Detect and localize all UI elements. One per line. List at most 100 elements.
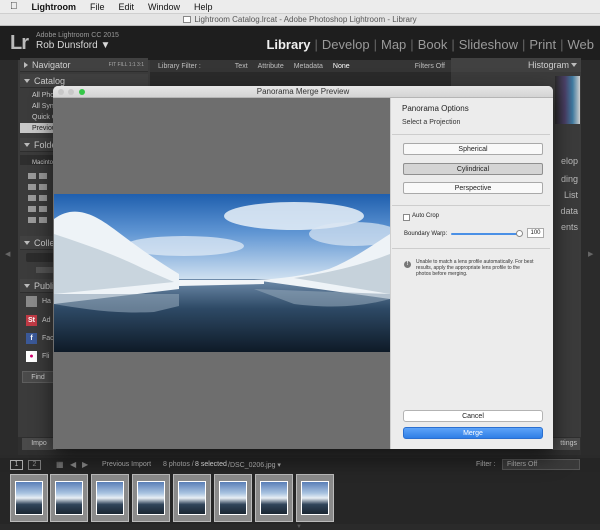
collapse-icon bbox=[24, 240, 30, 245]
histogram-title: Histogram bbox=[527, 60, 569, 70]
folder-row[interactable] bbox=[28, 203, 56, 212]
minimize-icon[interactable] bbox=[68, 89, 74, 95]
folder-row[interactable] bbox=[28, 181, 56, 190]
collapse-icon bbox=[24, 142, 30, 147]
publish-facebook[interactable]: Fac bbox=[42, 335, 54, 342]
thumbnail-image bbox=[96, 481, 124, 515]
filters-off-preset[interactable]: Filters Off bbox=[415, 63, 445, 70]
filter-label: Filter : bbox=[476, 461, 496, 468]
catalog-item-all-photographs[interactable]: All Pho bbox=[32, 92, 54, 99]
filmstrip-thumbnail[interactable] bbox=[296, 474, 334, 522]
publish-adobe-stock[interactable]: Ad bbox=[42, 317, 51, 324]
module-slideshow[interactable]: Slideshow bbox=[459, 37, 518, 52]
folder-row[interactable] bbox=[28, 214, 56, 223]
divider bbox=[392, 134, 550, 135]
filmstrip-thumbnail[interactable] bbox=[50, 474, 88, 522]
collections-filter[interactable] bbox=[26, 253, 54, 262]
filmstrip-source[interactable]: Previous Import bbox=[102, 461, 151, 468]
navigator-header[interactable]: Navigator FIT FILL 1:1 3:1 bbox=[20, 58, 148, 72]
navigator-zoom-options[interactable]: FIT FILL 1:1 3:1 bbox=[109, 62, 144, 68]
filmstrip-thumbnail[interactable] bbox=[10, 474, 48, 522]
divider bbox=[392, 205, 550, 206]
module-library[interactable]: Library bbox=[266, 37, 310, 52]
panorama-preview-image bbox=[54, 194, 390, 352]
collapse-icon bbox=[24, 283, 30, 288]
user-name[interactable]: Rob Dunsford ▼ bbox=[36, 40, 110, 51]
module-print[interactable]: Print bbox=[529, 37, 556, 52]
boundary-warp-slider-handle[interactable] bbox=[516, 230, 523, 237]
catalog-item-all-synced[interactable]: All Syn bbox=[32, 103, 54, 110]
module-develop[interactable]: Develop bbox=[322, 37, 370, 52]
back-arrow-icon[interactable]: ◀ bbox=[70, 460, 76, 469]
filmstrip-thumbnail[interactable] bbox=[214, 474, 252, 522]
module-map[interactable]: Map bbox=[381, 37, 406, 52]
auto-crop-checkbox[interactable] bbox=[403, 214, 410, 221]
boundary-warp-slider[interactable] bbox=[451, 233, 520, 235]
menu-help[interactable]: Help bbox=[194, 2, 213, 12]
apple-icon[interactable]:  bbox=[10, 1, 18, 12]
panel-quick-develop[interactable]: elop bbox=[561, 156, 578, 166]
filter-metadata[interactable]: Metadata bbox=[294, 63, 323, 70]
cancel-button[interactable]: Cancel bbox=[403, 410, 543, 422]
panel-comments[interactable]: ents bbox=[561, 222, 578, 232]
panel-keywording[interactable]: ding bbox=[561, 174, 578, 184]
module-picker: Library | Develop | Map | Book | Slideshow | … bbox=[266, 37, 594, 52]
close-icon[interactable] bbox=[58, 89, 64, 95]
auto-crop-label: Auto Crop bbox=[412, 213, 440, 219]
publish-hard-drive[interactable]: Ha bbox=[42, 298, 51, 305]
module-web[interactable]: Web bbox=[568, 37, 595, 52]
menu-app-lightroom[interactable]: Lightroom bbox=[32, 2, 77, 12]
boundary-warp-value[interactable]: 100 bbox=[527, 228, 544, 238]
filter-attribute[interactable]: Attribute bbox=[258, 63, 284, 70]
mac-menubar:  Lightroom File Edit Window Help bbox=[0, 0, 600, 14]
thumbnail-image bbox=[55, 481, 83, 515]
menu-window[interactable]: Window bbox=[148, 2, 180, 12]
menu-edit[interactable]: Edit bbox=[119, 2, 135, 12]
filmstrip-thumbnail[interactable] bbox=[91, 474, 129, 522]
cylindrical-button[interactable]: Cylindrical bbox=[403, 163, 543, 175]
filmstrip-thumbnail[interactable] bbox=[255, 474, 293, 522]
folder-row[interactable] bbox=[28, 192, 56, 201]
folder-row[interactable] bbox=[28, 170, 56, 179]
find-button[interactable]: Find bbox=[22, 371, 54, 383]
collection-row[interactable] bbox=[36, 267, 54, 273]
menu-file[interactable]: File bbox=[90, 2, 105, 12]
thumbnail-image bbox=[137, 481, 165, 515]
right-edge[interactable]: ▶ bbox=[581, 60, 600, 455]
library-filter-label: Library Filter : bbox=[158, 62, 201, 70]
module-book[interactable]: Book bbox=[418, 37, 448, 52]
collapse-left-icon[interactable]: ◀ bbox=[5, 250, 10, 258]
import-button[interactable]: Impo bbox=[22, 438, 56, 450]
second-window-button[interactable]: 2 bbox=[28, 460, 41, 470]
thumbnail-image bbox=[15, 481, 43, 515]
publish-flickr[interactable]: Fli bbox=[42, 353, 49, 360]
volume-row[interactable]: Macinto bbox=[20, 155, 54, 166]
snowy-river-landscape bbox=[54, 194, 390, 352]
document-icon bbox=[183, 16, 192, 23]
grid-view-icon[interactable]: ▦ bbox=[56, 460, 64, 469]
panel-keyword-list[interactable]: List bbox=[564, 190, 578, 200]
perspective-button[interactable]: Perspective bbox=[403, 182, 543, 194]
filter-text[interactable]: Text bbox=[235, 63, 248, 70]
warning-icon: ! bbox=[404, 261, 411, 268]
filmstrip-collapse-icon[interactable]: ▼ bbox=[296, 524, 302, 530]
filmstrip-filter-select[interactable]: Filters Off bbox=[502, 459, 580, 470]
zoom-icon[interactable] bbox=[79, 89, 85, 95]
spherical-button[interactable]: Spherical bbox=[403, 143, 543, 155]
filmstrip-thumbnail[interactable] bbox=[173, 474, 211, 522]
filmstrip-thumbnail[interactable] bbox=[132, 474, 170, 522]
left-edge[interactable]: ◀ bbox=[0, 60, 18, 455]
collapse-right-icon[interactable]: ▶ bbox=[588, 250, 593, 258]
selected-filename[interactable]: /DSC_0206.jpg ▾ bbox=[228, 461, 281, 469]
histogram-header[interactable]: Histogram bbox=[451, 58, 581, 72]
forward-arrow-icon[interactable]: ▶ bbox=[82, 460, 88, 469]
window-title: Lightroom Catalog.lrcat - Adobe Photosho… bbox=[194, 15, 417, 24]
histogram-graph bbox=[555, 76, 580, 124]
app-version: Adobe Lightroom CC 2015 bbox=[36, 32, 119, 39]
panel-metadata[interactable]: data bbox=[560, 206, 578, 216]
sync-settings-button[interactable]: ttings bbox=[552, 438, 580, 450]
merge-button[interactable]: Merge bbox=[403, 427, 543, 439]
filter-none[interactable]: None bbox=[333, 63, 350, 70]
main-window-button[interactable]: 1 bbox=[10, 460, 23, 470]
thumbnail-image bbox=[301, 481, 329, 515]
